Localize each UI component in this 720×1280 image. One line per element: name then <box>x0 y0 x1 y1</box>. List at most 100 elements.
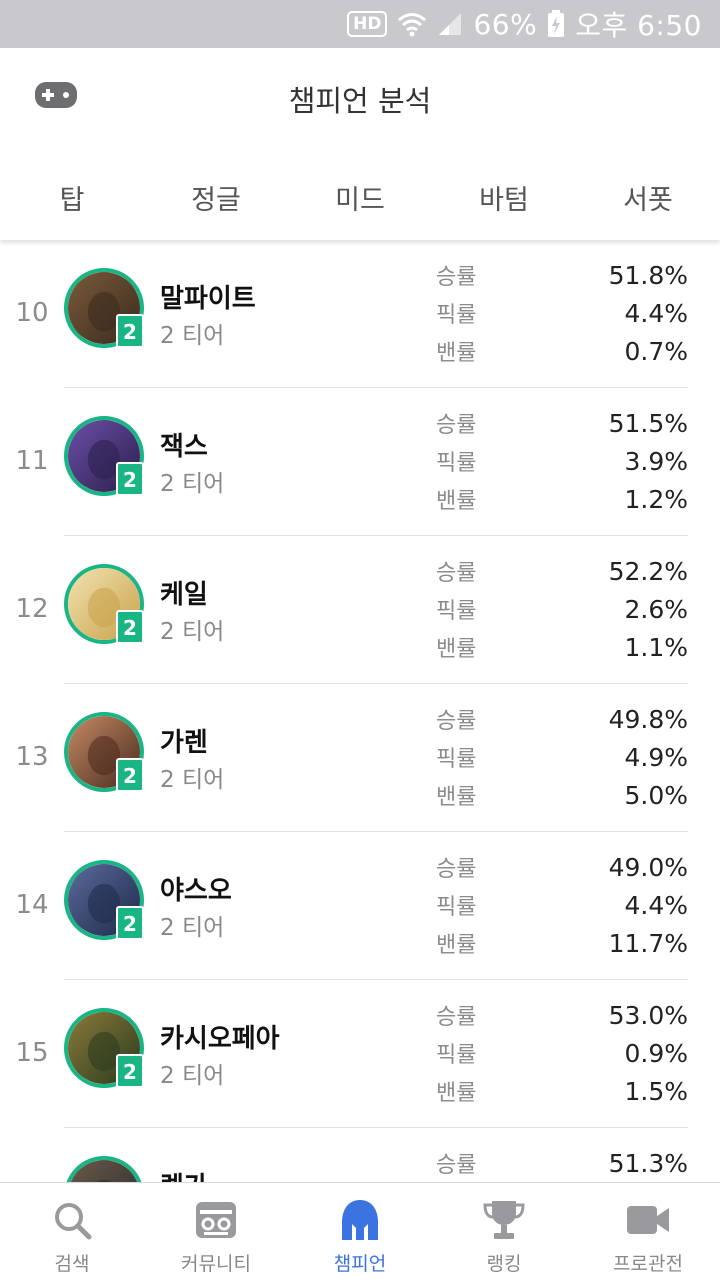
champion-stats: 승률 51.3% <box>436 1144 688 1182</box>
app-header: 챔피언 분석 <box>0 48 720 148</box>
ban-rate-label: 밴률 <box>436 1081 477 1106</box>
win-rate-value: 52.2% <box>608 556 688 586</box>
nav-ranking[interactable]: 랭킹 <box>432 1183 576 1280</box>
champion-row[interactable]: 11 2 잭스 2 티어 승률 51.5% 픽률 3.9% 밴률 1.2% <box>0 388 720 536</box>
pick-rate: 픽률 4.4% <box>436 294 688 332</box>
nav-search[interactable]: 검색 <box>0 1183 144 1280</box>
win-rate-label: 승률 <box>436 265 477 290</box>
champion-stats: 승률 49.8% 픽률 4.9% 밴률 5.0% <box>436 700 688 814</box>
pick-rate-label: 픽률 <box>436 1043 477 1068</box>
pick-rate: 픽률 0.9% <box>436 1034 688 1072</box>
pick-rate-label: 픽률 <box>436 303 477 328</box>
champion-tier: 2 티어 <box>160 1063 225 1089</box>
champion-name: 가렌 <box>160 728 208 758</box>
tab-jungle[interactable]: 정글 <box>144 148 288 240</box>
nav-champion[interactable]: 챔피언 <box>288 1183 432 1280</box>
nav-label-ranking: 랭킹 <box>486 1253 522 1275</box>
tab-top[interactable]: 탑 <box>0 148 144 240</box>
champion-row[interactable]: 12 2 케일 2 티어 승률 52.2% 픽률 2.6% 밴률 1.1% <box>0 536 720 684</box>
page-title: 챔피언 분석 <box>288 84 432 118</box>
champion-stats: 승률 49.0% 픽률 4.4% 밴률 11.7% <box>436 848 688 962</box>
nav-label-pro-watch: 프로관전 <box>613 1253 683 1275</box>
win-rate-label: 승률 <box>436 413 477 438</box>
champion-stats: 승률 51.5% 픽률 3.9% 밴률 1.2% <box>436 404 688 518</box>
ban-rate-label: 밴률 <box>436 341 477 366</box>
win-rate-label: 승률 <box>436 561 477 586</box>
pick-rate-value: 2.6% <box>624 594 688 624</box>
tier-badge: 2 <box>116 906 144 940</box>
ban-rate: 밴률 5.0% <box>436 776 688 814</box>
tier-badge: 2 <box>116 1054 144 1088</box>
champion-rank: 11 <box>15 446 49 476</box>
win-rate: 승률 49.8% <box>436 700 688 738</box>
champion-row[interactable]: 15 2 카시오페아 2 티어 승률 53.0% 픽률 0.9% 밴률 1.5% <box>0 980 720 1128</box>
bottom-navigation: 검색 커뮤니티 챔피언 랭킹 프로관전 <box>0 1182 720 1280</box>
ban-rate: 밴률 0.7% <box>436 332 688 370</box>
tab-mid[interactable]: 미드 <box>288 148 432 240</box>
ban-rate: 밴률 11.7% <box>436 924 688 962</box>
ban-rate-value: 1.1% <box>624 632 688 662</box>
champion-portrait <box>64 1156 144 1182</box>
pick-rate: 픽률 2.6% <box>436 590 688 628</box>
ban-rate-value: 5.0% <box>624 780 688 810</box>
pick-rate-label: 픽률 <box>436 451 477 476</box>
video-camera-icon <box>627 1206 669 1234</box>
battery-charging-icon <box>548 10 565 37</box>
wifi-icon <box>398 13 427 37</box>
champion-rank: 14 <box>15 890 49 920</box>
win-rate-value: 53.0% <box>608 1000 688 1030</box>
trophy-icon <box>483 1201 525 1239</box>
champion-rank: 10 <box>15 298 49 328</box>
win-rate-label: 승률 <box>436 709 477 734</box>
pick-rate-label: 픽률 <box>436 747 477 772</box>
pick-rate: 픽률 4.9% <box>436 738 688 776</box>
pick-rate-value: 4.4% <box>624 298 688 328</box>
champion-row[interactable]: 13 2 가렌 2 티어 승률 49.8% 픽률 4.9% 밴률 5.0% <box>0 684 720 832</box>
ban-rate-label: 밴률 <box>436 637 477 662</box>
tier-badge: 2 <box>116 314 144 348</box>
win-rate: 승률 51.3% <box>436 1144 688 1182</box>
ban-rate: 밴률 1.5% <box>436 1072 688 1110</box>
ban-rate-label: 밴률 <box>436 933 477 958</box>
champion-row[interactable]: 10 2 말파이트 2 티어 승률 51.8% 픽률 4.4% 밴률 0.7% <box>0 240 720 388</box>
win-rate: 승률 49.0% <box>436 848 688 886</box>
win-rate-value: 51.3% <box>608 1148 688 1178</box>
champion-rank: 15 <box>15 1038 49 1068</box>
champion-name: 야스오 <box>160 876 232 906</box>
tier-badge: 2 <box>116 610 144 644</box>
champion-row[interactable]: 14 2 야스오 2 티어 승률 49.0% 픽률 4.4% 밴률 11.7% <box>0 832 720 980</box>
pick-rate-value: 0.9% <box>624 1038 688 1068</box>
tab-bottom[interactable]: 바텀 <box>432 148 576 240</box>
position-tabs: 탑 정글 미드 바텀 서폿 <box>0 148 720 240</box>
pick-rate-label: 픽률 <box>436 895 477 920</box>
ban-rate-value: 0.7% <box>624 336 688 366</box>
champion-name: 카시오페아 <box>160 1024 280 1054</box>
champion-tier: 2 티어 <box>160 915 225 941</box>
nav-pro-watch[interactable]: 프로관전 <box>576 1183 720 1280</box>
win-rate-label: 승률 <box>436 857 477 882</box>
win-rate-value: 51.8% <box>608 260 688 290</box>
pick-rate-value: 3.9% <box>624 446 688 476</box>
champion-portrait-image <box>68 1160 140 1182</box>
nav-label-search: 검색 <box>54 1253 90 1275</box>
pick-rate-value: 4.4% <box>624 890 688 920</box>
pick-rate-value: 4.9% <box>624 742 688 772</box>
champion-rank: 13 <box>15 742 49 772</box>
champion-name: 케일 <box>160 580 208 610</box>
champion-stats: 승률 53.0% 픽률 0.9% 밴률 1.5% <box>436 996 688 1110</box>
champion-name: 렝가 <box>160 1166 208 1182</box>
pick-rate-label: 픽률 <box>436 599 477 624</box>
tab-support[interactable]: 서폿 <box>576 148 720 240</box>
status-bar: HD 66% 오후 6:50 <box>0 0 720 48</box>
champion-stats: 승률 52.2% 픽률 2.6% 밴률 1.1% <box>436 552 688 666</box>
ban-rate-label: 밴률 <box>436 785 477 810</box>
champion-row[interactable]: 렝가 승률 51.3% <box>0 1128 720 1182</box>
clock: 오후 6:50 <box>575 9 702 42</box>
pick-rate: 픽률 3.9% <box>436 442 688 480</box>
win-rate-label: 승률 <box>436 1005 477 1030</box>
nav-community[interactable]: 커뮤니티 <box>144 1183 288 1280</box>
ban-rate: 밴률 1.2% <box>436 480 688 518</box>
nav-label-champion: 챔피언 <box>333 1253 387 1275</box>
signal-icon <box>439 13 462 35</box>
hd-indicator: HD <box>347 11 388 37</box>
